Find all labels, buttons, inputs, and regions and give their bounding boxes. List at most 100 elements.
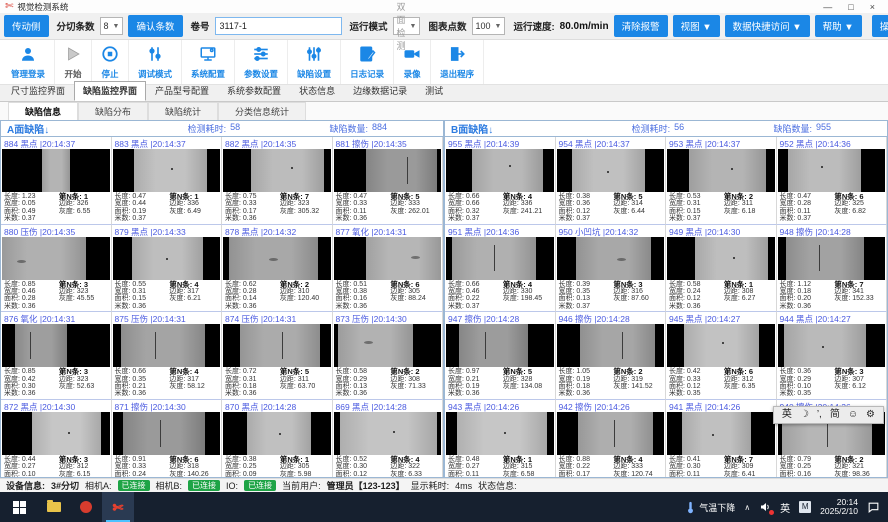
taskbar-inspection-app[interactable]: ✄ — [102, 492, 134, 522]
admin-login-button[interactable]: 管理登录 — [2, 40, 55, 84]
tray-expand-chevron[interactable]: ∧ — [744, 503, 750, 512]
defect-thumbnail[interactable] — [778, 237, 886, 280]
action-center-icon[interactable] — [867, 501, 880, 514]
defect-thumbnail[interactable] — [113, 149, 221, 192]
ime-fullwidth-moon-icon[interactable]: ☽ — [800, 407, 809, 423]
taskbar-app-red[interactable] — [70, 492, 102, 522]
defect-cell[interactable]: 943 黑点 |20:14:26 长度: 0.48 宽度: 0.27 面积: 0… — [445, 400, 556, 478]
system-config-button[interactable]: 系统配置 — [182, 40, 235, 84]
ime-emoji-icon[interactable]: ☺ — [848, 407, 858, 423]
confirm-count-button[interactable]: 确认条数 — [128, 15, 182, 37]
defect-cell[interactable]: 872 黑点 |20:14:30 长度: 0.44 宽度: 0.27 面积: 0… — [1, 400, 112, 478]
defect-thumbnail[interactable] — [557, 237, 665, 280]
defect-thumbnail[interactable] — [557, 149, 665, 192]
defect-thumbnail[interactable] — [334, 237, 442, 280]
defect-cell[interactable]: 950 小凹坑 |20:14:32 长度: 0.39 宽度: 0.35 面积: … — [556, 225, 667, 313]
defect-cell[interactable]: 884 黑点 |20:14:37 长度: 1.23 宽度: 0.05 面积: 0… — [1, 137, 112, 225]
defect-thumbnail[interactable] — [223, 412, 331, 455]
data-quick-access-button[interactable]: 数据快捷访问 ▼ — [725, 15, 810, 37]
defect-cell[interactable]: 948 擦伤 |20:14:28 长度: 1.12 宽度: 0.18 面积: 0… — [777, 225, 888, 313]
defect-cell[interactable]: 879 黑点 |20:14:33 长度: 0.55 宽度: 0.31 面积: 0… — [112, 225, 223, 313]
tab-product-model-config[interactable]: 产品型号配置 — [146, 81, 218, 101]
split-count-select[interactable]: 8▼ — [100, 17, 124, 35]
defect-thumbnail[interactable] — [446, 237, 554, 280]
defect-thumbnail[interactable] — [334, 149, 442, 192]
run-mode-select[interactable]: 双面检测▼ — [393, 17, 421, 35]
defect-cell[interactable]: 946 擦伤 |20:14:28 长度: 1.05 宽度: 0.19 面积: 0… — [556, 312, 667, 400]
defect-thumbnail[interactable] — [446, 412, 554, 455]
defect-thumbnail[interactable] — [113, 324, 221, 367]
defect-cell[interactable]: 881 擦伤 |20:14:35 长度: 0.47 宽度: 0.33 面积: 0… — [333, 137, 444, 225]
defect-cell[interactable]: 874 压伤 |20:14:31 长度: 0.72 宽度: 0.31 面积: 0… — [222, 312, 333, 400]
defect-cell[interactable]: 949 黑点 |20:14:30 长度: 0.58 宽度: 0.24 面积: 0… — [666, 225, 777, 313]
defect-cell[interactable]: 952 黑点 |20:14:36 长度: 0.47 宽度: 0.28 面积: 0… — [777, 137, 888, 225]
defect-cell[interactable]: 880 压伤 |20:14:35 长度: 0.85 宽度: 0.46 面积: 0… — [1, 225, 112, 313]
defect-thumbnail[interactable] — [2, 324, 110, 367]
clear-alarm-button[interactable]: 清除报警 — [614, 15, 668, 37]
volume-control[interactable] — [759, 501, 771, 513]
defect-thumbnail[interactable] — [446, 149, 554, 192]
defect-thumbnail[interactable] — [778, 324, 886, 367]
defect-thumbnail[interactable] — [446, 324, 554, 367]
defect-cell[interactable]: 877 氧化 |20:14:31 长度: 0.51 宽度: 0.38 面积: 0… — [333, 225, 444, 313]
defect-thumbnail[interactable] — [334, 324, 442, 367]
defect-thumbnail[interactable] — [113, 412, 221, 455]
defect-cell[interactable]: 875 压伤 |20:14:31 长度: 0.66 宽度: 0.35 面积: 0… — [112, 312, 223, 400]
start-menu-button[interactable] — [0, 492, 38, 522]
exit-program-button[interactable]: 退出程序 — [431, 40, 484, 84]
subtab-defect-info[interactable]: 缺陷信息 — [8, 102, 78, 120]
tab-test[interactable]: 测试 — [416, 81, 452, 101]
log-record-button[interactable]: 日志记录 — [341, 40, 394, 84]
tab-edge-data-record[interactable]: 边缘数据记录 — [344, 81, 416, 101]
defect-cell[interactable]: 941 黑点 |20:14:26 长度: 0.41 宽度: 0.30 面积: 0… — [666, 400, 777, 478]
defect-thumbnail[interactable] — [667, 324, 775, 367]
defect-cell[interactable]: 873 压伤 |20:14:30 长度: 0.58 宽度: 0.29 面积: 0… — [333, 312, 444, 400]
defect-thumbnail[interactable] — [2, 412, 110, 455]
ime-punctuation-toggle[interactable]: ’, — [817, 407, 822, 423]
debug-mode-button[interactable]: 调试模式 — [129, 40, 182, 84]
defect-thumbnail[interactable] — [778, 149, 886, 192]
stop-button[interactable]: 停止 — [92, 40, 129, 84]
tab-size-monitor[interactable]: 尺寸监控界面 — [2, 81, 74, 101]
defect-thumbnail[interactable] — [667, 412, 775, 455]
tab-status-info[interactable]: 状态信息 — [290, 81, 344, 101]
subtab-class-info-statistics[interactable]: 分类信息统计 — [218, 102, 306, 120]
taskbar-clock[interactable]: 20:14 2025/2/10 — [820, 498, 858, 517]
defect-thumbnail[interactable] — [667, 237, 775, 280]
taskbar-file-explorer[interactable] — [38, 492, 70, 522]
defect-thumbnail[interactable] — [557, 324, 665, 367]
minimize-button[interactable]: — — [823, 2, 832, 12]
defect-cell[interactable]: 878 黑点 |20:14:32 长度: 0.62 宽度: 0.28 面积: 0… — [222, 225, 333, 313]
subtab-defect-distribution[interactable]: 缺陷分布 — [78, 102, 148, 120]
defect-cell[interactable]: 947 擦伤 |20:14:28 长度: 0.97 宽度: 0.21 面积: 0… — [445, 312, 556, 400]
defect-thumbnail[interactable] — [334, 412, 442, 455]
ime-mode-icon[interactable]: M — [799, 501, 811, 513]
drive-side-button[interactable]: 传动侧 — [4, 15, 49, 37]
defect-thumbnail[interactable] — [2, 237, 110, 280]
defect-thumbnail[interactable] — [557, 412, 665, 455]
defect-cell[interactable]: 944 黑点 |20:14:27 长度: 0.36 宽度: 0.29 面积: 0… — [777, 312, 888, 400]
defect-cell[interactable]: 869 黑点 |20:14:28 长度: 0.52 宽度: 0.30 面积: 0… — [333, 400, 444, 478]
defect-cell[interactable]: 953 黑点 |20:14:37 长度: 0.53 宽度: 0.31 面积: 0… — [666, 137, 777, 225]
defect-cell[interactable]: 882 黑点 |20:14:35 长度: 0.75 宽度: 0.33 面积: 0… — [222, 137, 333, 225]
defect-thumbnail[interactable] — [223, 237, 331, 280]
subtab-defect-statistics[interactable]: 缺陷统计 — [148, 102, 218, 120]
defect-cell[interactable]: 883 黑点 |20:14:37 长度: 0.47 宽度: 0.44 面积: 0… — [112, 137, 223, 225]
defect-thumbnail[interactable] — [667, 149, 775, 192]
ime-lang-en[interactable]: 英 — [782, 407, 792, 423]
defect-thumbnail[interactable] — [223, 149, 331, 192]
view-menu-button[interactable]: 视图 ▼ — [673, 15, 720, 37]
chart-points-select[interactable]: 100▼ — [472, 17, 506, 35]
ime-lang-cn[interactable]: 简 — [830, 407, 840, 423]
defect-settings-button[interactable]: 缺陷设置 — [288, 40, 341, 84]
defect-thumbnail[interactable] — [2, 149, 110, 192]
panel-b-title[interactable]: B面缺陷↓ — [451, 121, 632, 136]
tab-system-param-config[interactable]: 系统参数配置 — [218, 81, 290, 101]
start-button[interactable]: 开始 — [55, 40, 92, 84]
parameter-settings-button[interactable]: 参数设置 — [235, 40, 288, 84]
maximize-button[interactable]: □ — [848, 2, 853, 12]
defect-thumbnail[interactable] — [223, 324, 331, 367]
defect-cell[interactable]: 945 黑点 |20:14:27 长度: 0.42 宽度: 0.33 面积: 0… — [666, 312, 777, 400]
help-menu-button[interactable]: 帮助 ▼ — [815, 15, 862, 37]
defect-cell[interactable]: 876 氧化 |20:14:31 长度: 0.85 宽度: 0.42 面积: 0… — [1, 312, 112, 400]
